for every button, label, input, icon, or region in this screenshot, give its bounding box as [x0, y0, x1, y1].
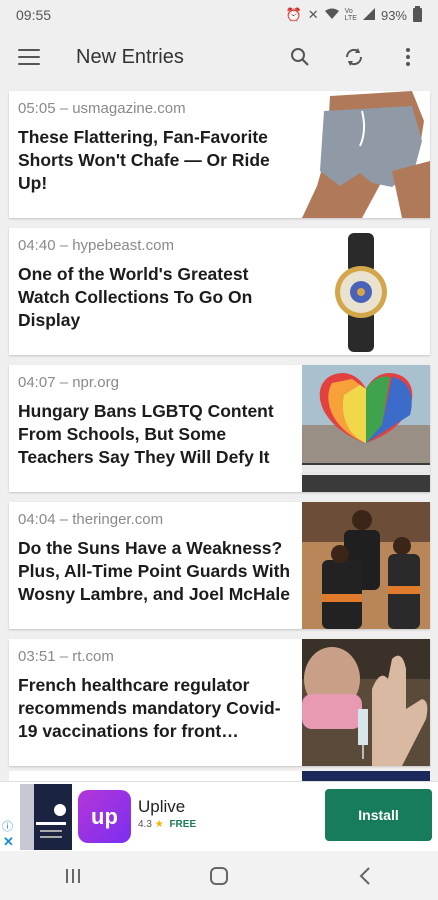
- entry-title: One of the World's Greatest Watch Collec…: [18, 264, 253, 330]
- more-vert-icon[interactable]: [396, 45, 420, 69]
- entry-card[interactable]: 03:51 – rt.com French healthcare regulat…: [9, 639, 430, 766]
- alarm-icon: ⏰: [285, 7, 302, 22]
- battery-icon: [413, 6, 422, 22]
- uplive-app-icon: up: [78, 790, 131, 843]
- search-icon[interactable]: [288, 45, 312, 69]
- entry-meta: 03:51 – rt.com: [18, 648, 114, 665]
- entry-meta: 04:07 – npr.org: [18, 374, 119, 391]
- mute-icon: ✕: [307, 7, 319, 22]
- entry-card[interactable]: 04:07 – npr.org Hungary Bans LGBTQ Conte…: [9, 365, 430, 492]
- ad-rating: 4.3 ★ FREE: [138, 819, 196, 830]
- ad-banner[interactable]: ⓘ ✕ up Uplive 4.3 ★ FREE Install: [0, 781, 438, 852]
- page-title: New Entries: [76, 45, 184, 68]
- entry-meta: 04:04 – theringer.com: [18, 511, 164, 528]
- recents-icon[interactable]: [53, 856, 93, 896]
- price-label: FREE: [169, 819, 197, 830]
- ad-banner-image: [20, 784, 72, 850]
- entries-list: 05:05 – usmagazine.com These Flattering,…: [9, 91, 430, 776]
- entry-title: French healthcare regulator recommends m…: [18, 675, 281, 741]
- entry-meta: 04:40 – hypebeast.com: [18, 237, 174, 254]
- wifi-icon: [324, 8, 339, 23]
- entry-thumbnail: [302, 639, 430, 766]
- rating-value: 4.3: [138, 819, 152, 830]
- entry-title: Hungary Bans LGBTQ Content From Schools,…: [18, 401, 274, 467]
- adchoices-icon[interactable]: ⓘ: [2, 818, 13, 834]
- entry-thumbnail: [302, 365, 430, 492]
- entry-card[interactable]: 04:40 – hypebeast.com One of the World's…: [9, 228, 430, 355]
- refresh-icon[interactable]: [342, 45, 366, 69]
- entry-card-partial: [9, 771, 430, 781]
- entry-thumbnail: [302, 91, 430, 218]
- signal-icon: [362, 7, 375, 23]
- star-icon: ★: [154, 819, 164, 830]
- entry-title: These Flattering, Fan-Favorite Shorts Wo…: [18, 127, 270, 193]
- close-ad-icon[interactable]: ✕: [3, 834, 14, 850]
- back-icon[interactable]: [345, 856, 385, 896]
- entry-thumbnail: [302, 228, 430, 355]
- status-time: 09:55: [16, 7, 52, 23]
- entry-card[interactable]: 05:05 – usmagazine.com These Flattering,…: [9, 91, 430, 218]
- entry-card[interactable]: 04:04 – theringer.com Do the Suns Have a…: [9, 502, 430, 629]
- system-nav-bar: [0, 851, 438, 900]
- menu-icon[interactable]: [18, 49, 40, 65]
- status-bar: 09:55 ⏰ ✕ Vo LTE 93%: [0, 0, 438, 30]
- install-button[interactable]: Install: [325, 789, 432, 841]
- battery-percent: 93%: [380, 7, 407, 23]
- volte-icon: Vo LTE: [344, 8, 357, 22]
- app-bar: New Entries: [0, 30, 438, 84]
- ad-app-name: Uplive: [138, 797, 186, 816]
- status-icons: ⏰ ✕ Vo LTE 93%: [285, 6, 422, 23]
- entry-thumbnail: [302, 502, 430, 629]
- entry-meta: 05:05 – usmagazine.com: [18, 100, 186, 117]
- entry-title: Do the Suns Have a Weakness? Plus, All-T…: [18, 538, 291, 604]
- home-icon[interactable]: [199, 856, 239, 896]
